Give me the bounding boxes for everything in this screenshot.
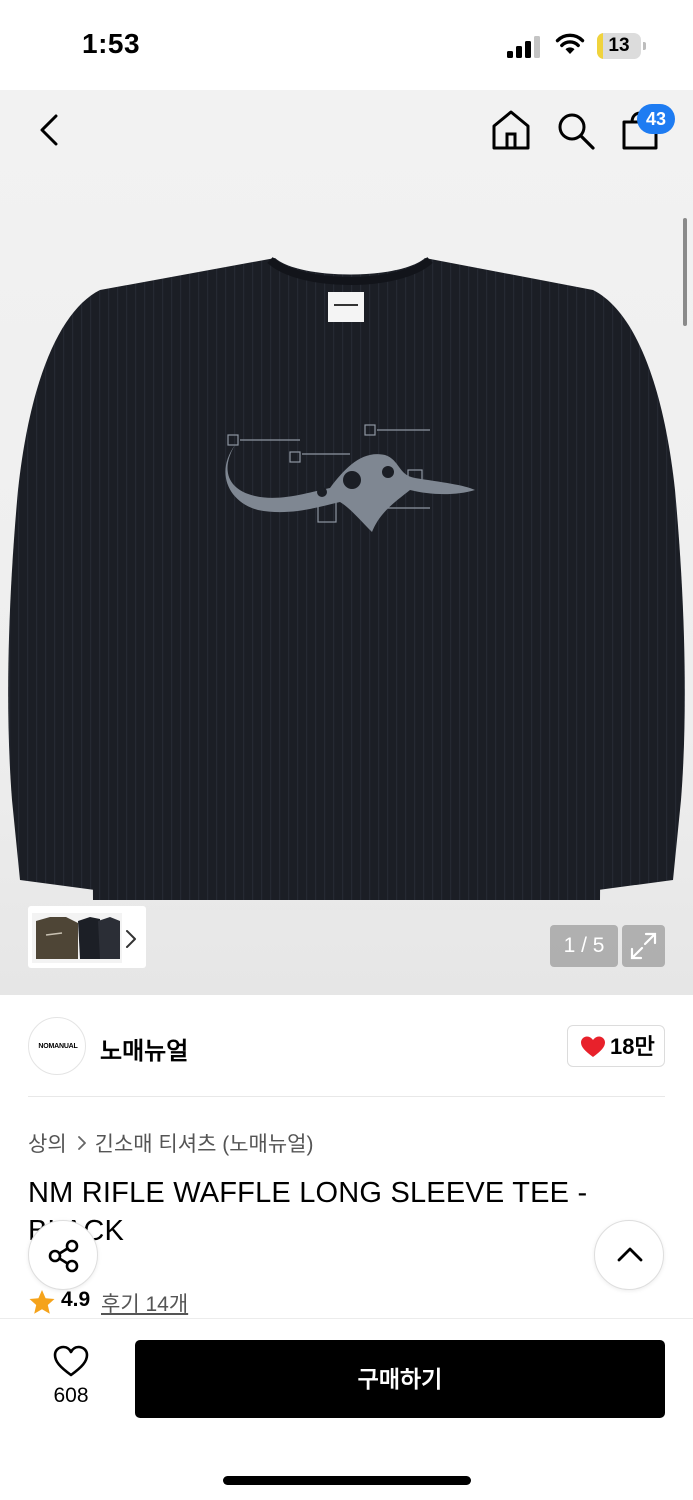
product-image-gallery[interactable]: [0, 90, 693, 995]
image-page-counter: 1 / 5: [550, 925, 618, 967]
chevron-right-icon: [77, 1136, 86, 1150]
scroll-to-top-button[interactable]: [594, 1220, 664, 1290]
home-icon[interactable]: [490, 108, 532, 152]
status-time: 1:53: [82, 28, 141, 59]
brand-like-button[interactable]: 18만: [567, 1025, 665, 1067]
buy-button[interactable]: 구매하기: [135, 1340, 665, 1418]
back-icon[interactable]: [34, 112, 68, 148]
cart-count-badge[interactable]: 43: [637, 104, 675, 134]
brand-name[interactable]: 노매뉴얼: [100, 1031, 188, 1066]
brand-logo[interactable]: NOMANUAL: [28, 1017, 86, 1075]
battery-cap: [643, 42, 646, 50]
home-indicator[interactable]: [223, 1476, 471, 1485]
heart-filled-icon: [581, 1036, 605, 1057]
expand-image-button[interactable]: [622, 925, 665, 967]
wish-count: 608: [53, 1384, 89, 1407]
chevron-right-icon[interactable]: [124, 928, 138, 950]
battery-indicator: 13: [597, 33, 647, 59]
breadcrumb-category[interactable]: 상의: [28, 1133, 67, 1156]
heart-outline-icon[interactable]: [52, 1344, 90, 1378]
chevron-up-icon: [617, 1247, 643, 1262]
breadcrumb-subcategory[interactable]: 긴소매 티셔츠 (노매뉴얼): [95, 1133, 314, 1156]
color-thumbnails[interactable]: [32, 913, 122, 963]
share-button[interactable]: [28, 1220, 98, 1290]
star-icon: [29, 1290, 55, 1314]
brand-logo-text: NOMANUAL: [38, 1043, 78, 1050]
breadcrumb: 상의 긴소매 티셔츠 (노매뉴얼): [28, 1128, 314, 1158]
review-count-link[interactable]: 후기 14개: [101, 1288, 188, 1318]
brand-like-count: 18만: [610, 1034, 655, 1059]
expand-icon: [630, 932, 657, 960]
divider: [28, 1096, 665, 1097]
wifi-icon: [555, 33, 585, 54]
product-photo[interactable]: [0, 240, 693, 910]
battery-body: 13: [597, 33, 641, 59]
battery-level: 13: [608, 35, 630, 56]
share-icon: [48, 1239, 79, 1273]
product-title: NM RIFLE WAFFLE LONG SLEEVE TEE - BLACK: [28, 1177, 588, 1246]
status-bar: 1:53 13: [0, 0, 693, 90]
rating-score: 4.9: [61, 1288, 91, 1311]
cellular-signal-icon: [507, 36, 540, 58]
search-icon[interactable]: [555, 110, 597, 152]
scroll-indicator[interactable]: [683, 218, 687, 326]
